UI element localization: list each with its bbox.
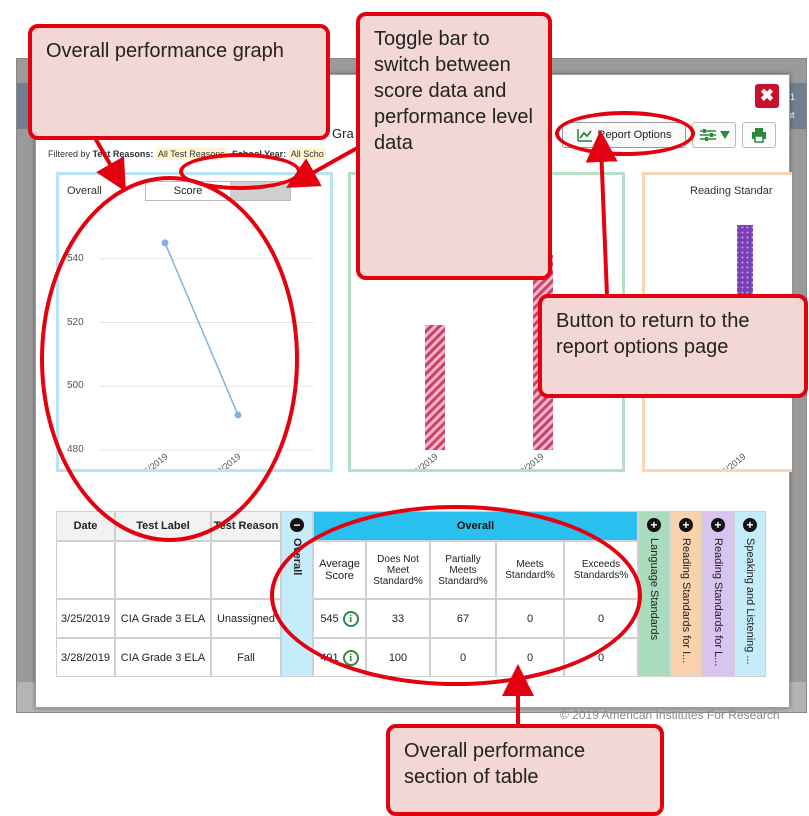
toggle-highlight-ring [179, 153, 301, 190]
callout-table: Overall performance section of table [386, 724, 664, 816]
close-button[interactable]: ✖ [755, 84, 779, 108]
expand-icon[interactable]: + [679, 518, 693, 532]
row-test-label: CIA Grade 3 ELA [115, 638, 211, 677]
callout-report-options: Button to return to the report options p… [538, 294, 808, 398]
language-standards-label: Language Standards [648, 538, 660, 641]
callout-graph: Overall performance graph [28, 24, 330, 140]
report-options-highlight-ring [555, 111, 695, 156]
expand-icon[interactable]: + [743, 518, 757, 532]
print-icon [752, 128, 766, 143]
reading-standards-column[interactable]: + Reading Standards for I... [670, 511, 702, 677]
chevron-down-icon [719, 131, 730, 139]
print-button[interactable] [742, 122, 776, 148]
bar[interactable] [737, 225, 753, 305]
filter-summary: Filtered by Test Reasons: All Test Reaso… [48, 148, 326, 160]
reading-standards-literature-label: Reading Standards for L... [712, 538, 724, 667]
screenshot: 901 Out © 2019 American Institutes For R… [0, 0, 809, 816]
settings-dropdown-button[interactable] [692, 122, 736, 148]
callout-toggle: Toggle bar to switch between score data … [356, 12, 552, 280]
expand-icon[interactable]: + [647, 518, 661, 532]
modal-title: Gra [332, 126, 354, 141]
header-label-spacer [115, 541, 211, 599]
row-test-reason: Fall [211, 638, 281, 677]
collapse-icon[interactable]: − [290, 518, 304, 532]
copyright-text: © 2019 American Institutes For Research [560, 708, 780, 722]
graph-highlight-ring [40, 176, 299, 542]
speaking-listening-label: Speaking and Listening ... [744, 538, 756, 665]
expand-icon[interactable]: + [711, 518, 725, 532]
speaking-listening-column[interactable]: + Speaking and Listening ... [734, 511, 766, 677]
reading-standards-label: Reading Standards for I... [680, 538, 692, 664]
language-standards-column[interactable]: + Language Standards [638, 511, 670, 677]
row-date: 3/25/2019 [56, 599, 115, 638]
row-date: 3/28/2019 [56, 638, 115, 677]
sliders-icon [699, 129, 716, 141]
reading-standards-literature-column[interactable]: + Reading Standards for L... [702, 511, 734, 677]
header-date-spacer [56, 541, 115, 599]
row-test-label: CIA Grade 3 ELA [115, 599, 211, 638]
bar[interactable] [425, 325, 445, 450]
table-highlight-ring [270, 505, 642, 686]
